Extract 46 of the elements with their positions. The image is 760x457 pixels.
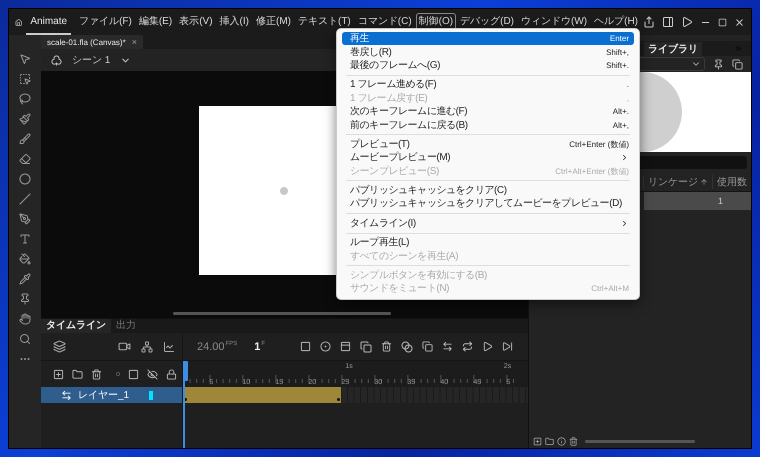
- menu-bar-item[interactable]: 編集(E): [136, 13, 176, 31]
- fps-unit: FPS: [226, 340, 238, 346]
- menu-item[interactable]: パブリッシュキャッシュをクリア(C): [342, 184, 634, 198]
- shortcut-text: Alt+,: [612, 120, 629, 132]
- layer-row[interactable]: レイヤー_1: [41, 387, 182, 403]
- library-row[interactable]: 1: [644, 192, 751, 210]
- document-tab[interactable]: scale-01.fla (Canvas)* ×: [41, 35, 143, 49]
- menu-item[interactable]: ムービープレビュー(M): [342, 151, 634, 165]
- menu-bar-item[interactable]: ファイル(F): [76, 13, 135, 31]
- shortcut-text: Alt+.: [612, 106, 629, 118]
- frame-value[interactable]: 1: [254, 340, 260, 352]
- shortcut-text: Ctrl+Enter (数値): [569, 138, 629, 151]
- panel-tab[interactable]: タイムライン: [41, 319, 111, 333]
- menu-bar-item[interactable]: テキスト(T): [294, 13, 354, 31]
- menu-bar-item[interactable]: コマンド(C): [354, 13, 415, 31]
- shortcut-text: ,: [626, 92, 629, 105]
- column-header[interactable]: リンケージ: [643, 174, 712, 188]
- library-tab[interactable]: ライブラリ: [644, 42, 702, 56]
- menu-item[interactable]: パブリッシュキャッシュをクリアしてムービーをプレビュー(D): [342, 197, 634, 211]
- menu-bar-item[interactable]: 挿入(I): [216, 13, 252, 31]
- shortcut-text: Shift+,: [606, 46, 629, 59]
- scene-label: シーン 1: [72, 54, 110, 67]
- panel-tab[interactable]: 出力: [111, 319, 141, 333]
- menu-item[interactable]: 前のキーフレームに戻る(B) Alt+,: [342, 118, 634, 132]
- menu-item[interactable]: ループ再生(L): [342, 236, 634, 250]
- shortcut-text: .: [626, 79, 629, 92]
- tab-close-button[interactable]: ×: [132, 37, 137, 47]
- menu-bar-item[interactable]: ウィンドウ(W): [518, 13, 590, 31]
- menu-item[interactable]: 再生 Enter: [342, 32, 634, 46]
- menu-bar-item[interactable]: ヘルプ(H): [591, 13, 641, 31]
- shortcut-text: Ctrl+Alt+M: [591, 283, 629, 296]
- menu-item[interactable]: プレビュー(T) Ctrl+Enter (数値): [342, 138, 634, 152]
- shortcut-text: Shift+.: [606, 60, 629, 72]
- menu-bar-item[interactable]: デバッグ(D): [457, 13, 517, 31]
- frame-unit: F: [261, 340, 265, 346]
- menu-item[interactable]: タイムライン(I): [342, 216, 634, 230]
- shortcut-text: Enter: [610, 33, 629, 46]
- column-header[interactable]: 使用数: [712, 174, 751, 188]
- menu-item[interactable]: 1 フレーム進める(F) .: [342, 78, 634, 92]
- menu-bar-item[interactable]: 表示(V): [176, 13, 216, 31]
- menu-item[interactable]: 最後のフレームへ(G) Shift+.: [342, 58, 634, 72]
- menu-item[interactable]: 次のキーフレームに進む(F) Alt+.: [342, 104, 634, 118]
- shortcut-text: Ctrl+Alt+Enter (数値): [555, 166, 629, 178]
- fps-value[interactable]: 24.00: [197, 340, 225, 352]
- menu-item[interactable]: 巻戻し(R) Shift+,: [342, 45, 634, 59]
- menu-bar-item[interactable]: 修正(M): [252, 13, 294, 31]
